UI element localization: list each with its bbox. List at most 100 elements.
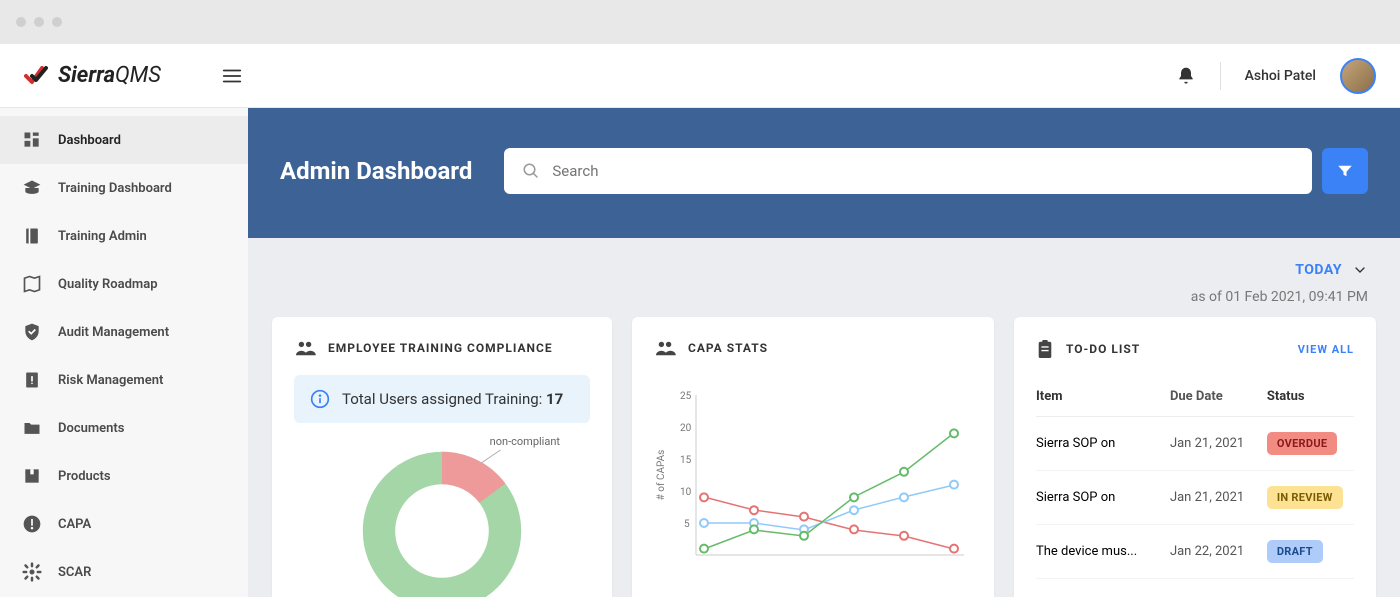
chart-point <box>900 493 908 501</box>
chart-point <box>900 468 908 476</box>
col-header-status: Status <box>1267 389 1354 404</box>
sidebar-item-label: CAPA <box>58 517 91 532</box>
todo-item: Sierra SOP on <box>1036 490 1170 505</box>
chart-point <box>700 519 708 527</box>
sidebar-item-training-dashboard[interactable]: Training Dashboard <box>0 164 248 212</box>
todo-date: Jan 21, 2021 <box>1170 436 1267 451</box>
shield-icon <box>22 322 42 342</box>
chart-point <box>900 532 908 540</box>
sidebar-item-scar[interactable]: SCAR <box>0 548 248 596</box>
search-wrap <box>504 148 1368 194</box>
donut-wrap: non-compliant <box>294 441 590 597</box>
page-title: Admin Dashboard <box>280 157 472 185</box>
view-all-link[interactable]: VIEW ALL <box>1298 343 1354 356</box>
todo-date: Jan 21, 2021 <box>1170 490 1267 505</box>
chart-point <box>750 506 758 514</box>
school-icon <box>22 178 42 198</box>
todo-status: OVERDUE <box>1267 432 1354 455</box>
sidebar-item-label: Risk Management <box>58 373 163 388</box>
timestamp-row: as of 01 Feb 2021, 09:41 PM <box>248 286 1400 317</box>
sidebar-item-risk-management[interactable]: Risk Management <box>0 356 248 404</box>
chart-point <box>800 513 808 521</box>
app-shell: SierraQMS Ashoi Patel Dashboard Training … <box>0 44 1400 597</box>
cards-row: EMPLOYEE TRAINING COMPLIANCE Total Users… <box>248 317 1400 597</box>
card-title: EMPLOYEE TRAINING COMPLIANCE <box>328 341 553 355</box>
todo-status: DRAFT <box>1267 540 1354 563</box>
content: Admin Dashboard <box>248 108 1400 597</box>
bell-icon[interactable] <box>1176 66 1196 86</box>
dashboard-icon <box>22 130 42 150</box>
card-header: CAPA STATS <box>654 339 972 357</box>
todo-date: Jan 22, 2021 <box>1170 544 1267 559</box>
chevron-down-icon[interactable] <box>1352 262 1368 278</box>
status-badge: DRAFT <box>1267 540 1323 563</box>
filter-icon <box>1336 162 1354 180</box>
compliance-card: EMPLOYEE TRAINING COMPLIANCE Total Users… <box>272 317 612 597</box>
chart-point <box>950 545 958 553</box>
col-header-item: Item <box>1036 389 1170 404</box>
chart-point <box>850 525 858 533</box>
sidebar-item-label: Quality Roadmap <box>58 277 158 292</box>
sidebar-item-training-admin[interactable]: Training Admin <box>0 212 248 260</box>
chart-point <box>850 493 858 501</box>
sidebar-item-label: Audit Management <box>58 325 169 340</box>
browser-chrome <box>0 0 1400 44</box>
search-input[interactable] <box>552 162 1294 180</box>
capa-card: CAPA STATS # of CAPAs 5 10 15 20 25 <box>632 317 994 597</box>
hero-banner: Admin Dashboard <box>248 108 1400 238</box>
sidebar-item-label: Training Dashboard <box>58 181 172 196</box>
card-header: EMPLOYEE TRAINING COMPLIANCE <box>294 339 590 357</box>
chart-point <box>800 532 808 540</box>
search-icon <box>522 162 540 180</box>
y-tick: 20 <box>680 423 692 434</box>
window-dot <box>34 17 44 27</box>
line-chart-wrap: # of CAPAs 5 10 15 20 25 <box>654 375 972 575</box>
sidebar-item-dashboard[interactable]: Dashboard <box>0 116 248 164</box>
logo-brand-a: Sierra <box>58 63 115 88</box>
topbar: SierraQMS Ashoi Patel <box>0 44 1400 108</box>
logo-brand-b: QMS <box>115 63 161 88</box>
filter-button[interactable] <box>1322 148 1368 194</box>
sidebar-item-label: Dashboard <box>58 133 121 148</box>
today-label[interactable]: TODAY <box>1295 262 1342 278</box>
info-icon <box>310 389 330 409</box>
chart-point <box>700 545 708 553</box>
y-axis-label: # of CAPAs <box>655 450 667 501</box>
sidebar-item-products[interactable]: Products <box>0 452 248 500</box>
todo-card: TO-DO LIST VIEW ALL Item Due Date Status… <box>1014 317 1376 597</box>
sidebar-item-label: Products <box>58 469 111 484</box>
people-icon <box>654 339 676 357</box>
todo-table: Item Due Date Status Sierra SOP onJan 21… <box>1036 377 1354 579</box>
sidebar-item-audit-management[interactable]: Audit Management <box>0 308 248 356</box>
date-selector-row: TODAY <box>248 238 1400 286</box>
y-tick: 15 <box>680 455 692 466</box>
avatar[interactable] <box>1340 58 1376 94</box>
topbar-left: SierraQMS <box>24 63 243 88</box>
user-name[interactable]: Ashoi Patel <box>1245 68 1316 84</box>
book-icon <box>22 226 42 246</box>
todo-row[interactable]: Sierra SOP onJan 21, 2021IN REVIEW <box>1036 471 1354 525</box>
status-badge: IN REVIEW <box>1267 486 1343 509</box>
sidebar-item-quality-roadmap[interactable]: Quality Roadmap <box>0 260 248 308</box>
todo-status: IN REVIEW <box>1267 486 1354 509</box>
folder-icon <box>22 418 42 438</box>
main-area: Dashboard Training Dashboard Training Admi… <box>0 108 1400 597</box>
hamburger-menu-icon[interactable] <box>221 65 243 87</box>
search-box[interactable] <box>504 148 1312 194</box>
y-tick: 10 <box>680 487 692 498</box>
info-banner: Total Users assigned Training: 17 <box>294 375 590 423</box>
todo-row[interactable]: Sierra SOP onJan 21, 2021OVERDUE <box>1036 417 1354 471</box>
todo-row[interactable]: The device mus...Jan 22, 2021DRAFT <box>1036 525 1354 579</box>
sidebar-item-capa[interactable]: CAPA <box>0 500 248 548</box>
clipboard-icon <box>1036 339 1054 359</box>
sidebar-item-documents[interactable]: Documents <box>0 404 248 452</box>
col-header-date: Due Date <box>1170 389 1267 404</box>
box-icon <box>22 466 42 486</box>
banner-count: 17 <box>546 390 563 408</box>
map-icon <box>22 274 42 294</box>
card-title: TO-DO LIST <box>1066 342 1140 356</box>
y-tick: 5 <box>684 519 690 530</box>
card-title: CAPA STATS <box>688 341 768 355</box>
sidebar-item-label: Documents <box>58 421 124 436</box>
line-chart: # of CAPAs 5 10 15 20 25 <box>654 375 972 575</box>
